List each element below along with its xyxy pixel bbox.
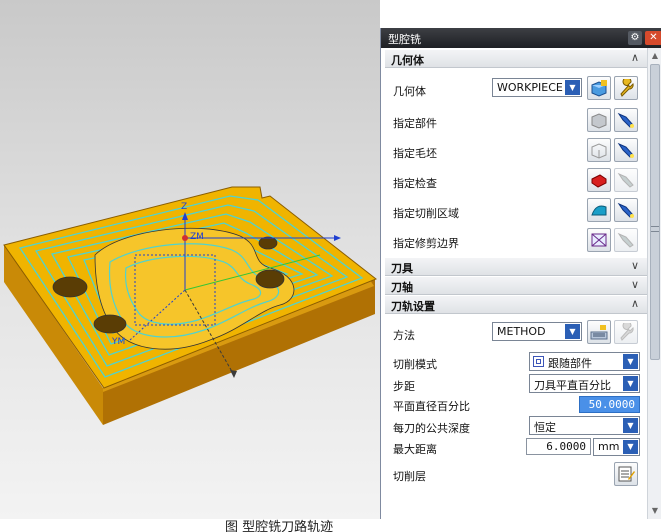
section-geometry-header[interactable]: 几何体 ∧ [385, 50, 647, 68]
max-distance-unit: mm [598, 440, 620, 453]
scrollbar-grip [651, 226, 659, 232]
scroll-up-icon[interactable]: ▲ [650, 51, 660, 61]
cut-levels-icon [618, 466, 635, 482]
new-method-button[interactable] [587, 320, 611, 344]
dialog-title: 型腔铣 [388, 33, 421, 46]
chevron-down-icon[interactable]: ∨ [631, 278, 639, 291]
specify-cut-area-label: 指定切削区域 [393, 207, 459, 220]
method-select-value: METHOD [497, 325, 546, 338]
flat-percent-input[interactable]: 50.0000 [579, 396, 640, 413]
method-select[interactable]: METHOD ▼ [492, 322, 582, 341]
scrollbar-thumb[interactable] [650, 64, 660, 360]
chevron-down-icon: ▼ [565, 324, 580, 339]
dialog-scrollbar[interactable]: ▲ ▼ [647, 48, 661, 519]
specify-cut-area-button[interactable] [587, 198, 611, 222]
display-cut-area-button[interactable] [614, 198, 638, 222]
cut-pattern-select[interactable]: 跟随部件 ▼ [529, 352, 640, 371]
display-part-button[interactable] [614, 108, 638, 132]
flashlight-icon [617, 232, 634, 248]
close-icon[interactable]: ✕ [645, 31, 661, 45]
wrench-icon [620, 323, 634, 341]
geometry-select-value: WORKPIECE [497, 81, 563, 94]
display-check-button[interactable] [614, 168, 638, 192]
section-path-title: 刀轨设置 [391, 300, 435, 313]
settings-gear-icon[interactable]: ⚙ [628, 31, 642, 45]
check-body-icon [591, 174, 607, 188]
specify-trim-button[interactable] [587, 228, 611, 252]
geometry-select[interactable]: WORKPIECE ▼ [492, 78, 582, 97]
specify-part-label: 指定部件 [393, 117, 437, 130]
cut-area-icon [591, 205, 607, 216]
dialog-content: 几何体 ∧ 几何体 WORKPIECE ▼ 指定部件 指定毛坯 指定检查 指定切… [381, 48, 647, 519]
chevron-up-icon[interactable]: ∧ [631, 51, 639, 64]
new-geometry-button[interactable] [587, 76, 611, 100]
section-axis-header[interactable]: 刀轴 ∨ [385, 277, 647, 295]
specify-blank-label: 指定毛坯 [393, 147, 437, 160]
dialog-titlebar[interactable]: 型腔铣 ⚙ ✕ [381, 28, 661, 48]
section-axis-title: 刀轴 [391, 281, 413, 294]
graphics-viewport[interactable]: ZM YM Z [0, 0, 380, 519]
method-label: 方法 [393, 329, 415, 342]
cut-pattern-label: 切削模式 [393, 358, 437, 371]
follow-part-icon [533, 356, 544, 367]
cavity-mill-dialog: 型腔铣 ⚙ ✕ 几何体 ∧ 几何体 WORKPIECE ▼ 指定部件 指定毛坯 [380, 28, 661, 519]
chevron-down-icon: ▼ [623, 440, 638, 454]
edit-geometry-button[interactable] [614, 76, 638, 100]
wrench-icon [620, 79, 634, 97]
chevron-up-icon[interactable]: ∧ [631, 297, 639, 310]
flashlight-icon [617, 142, 634, 158]
blank-wireframe-icon [591, 143, 607, 159]
flashlight-icon [617, 112, 634, 128]
geometry-label: 几何体 [393, 85, 426, 98]
stepover-select[interactable]: 刀具平直百分比 ▼ [529, 374, 640, 393]
section-tool-header[interactable]: 刀具 ∨ [385, 258, 647, 276]
common-depth-label: 每刀的公共深度 [393, 422, 470, 435]
scroll-down-icon[interactable]: ▼ [650, 506, 660, 516]
zm-axis-label: ZM [190, 232, 204, 242]
chevron-down-icon: ▼ [623, 418, 638, 433]
ym-axis-label: YM [112, 337, 126, 347]
max-distance-input[interactable]: 6.0000 [526, 438, 591, 455]
cut-pattern-value: 跟随部件 [548, 357, 592, 370]
specify-trim-label: 指定修剪边界 [393, 237, 459, 250]
specify-check-label: 指定检查 [393, 177, 437, 190]
z-axis-label: Z [181, 202, 188, 212]
flashlight-icon [617, 172, 634, 188]
chevron-down-icon: ▼ [623, 354, 638, 369]
part-cube-icon [591, 113, 607, 129]
new-geometry-icon [591, 80, 607, 97]
chevron-down-icon[interactable]: ∨ [631, 259, 639, 272]
cut-levels-button[interactable] [614, 462, 638, 486]
max-distance-unit-select[interactable]: mm ▼ [593, 438, 640, 456]
method-icon [590, 325, 608, 340]
edit-method-button[interactable] [614, 320, 638, 344]
max-distance-label: 最大距离 [393, 443, 437, 456]
flat-percent-label: 平面直径百分比 [393, 400, 470, 413]
chevron-down-icon: ▼ [565, 80, 580, 95]
specify-check-button[interactable] [587, 168, 611, 192]
common-depth-value: 恒定 [534, 421, 556, 434]
section-path-header[interactable]: 刀轨设置 ∧ [385, 296, 647, 314]
display-blank-button[interactable] [614, 138, 638, 162]
flashlight-icon [617, 202, 634, 218]
stepover-label: 步距 [393, 380, 415, 393]
specify-part-button[interactable] [587, 108, 611, 132]
section-tool-title: 刀具 [391, 262, 413, 275]
workpiece-model [3, 186, 377, 425]
common-depth-select[interactable]: 恒定 ▼ [529, 416, 640, 435]
chevron-down-icon: ▼ [623, 376, 638, 391]
section-geometry-title: 几何体 [391, 54, 424, 67]
trim-boundary-icon [591, 233, 607, 247]
stepover-value: 刀具平直百分比 [534, 379, 611, 392]
specify-blank-button[interactable] [587, 138, 611, 162]
display-trim-button[interactable] [614, 228, 638, 252]
cut-levels-label: 切削层 [393, 470, 426, 483]
